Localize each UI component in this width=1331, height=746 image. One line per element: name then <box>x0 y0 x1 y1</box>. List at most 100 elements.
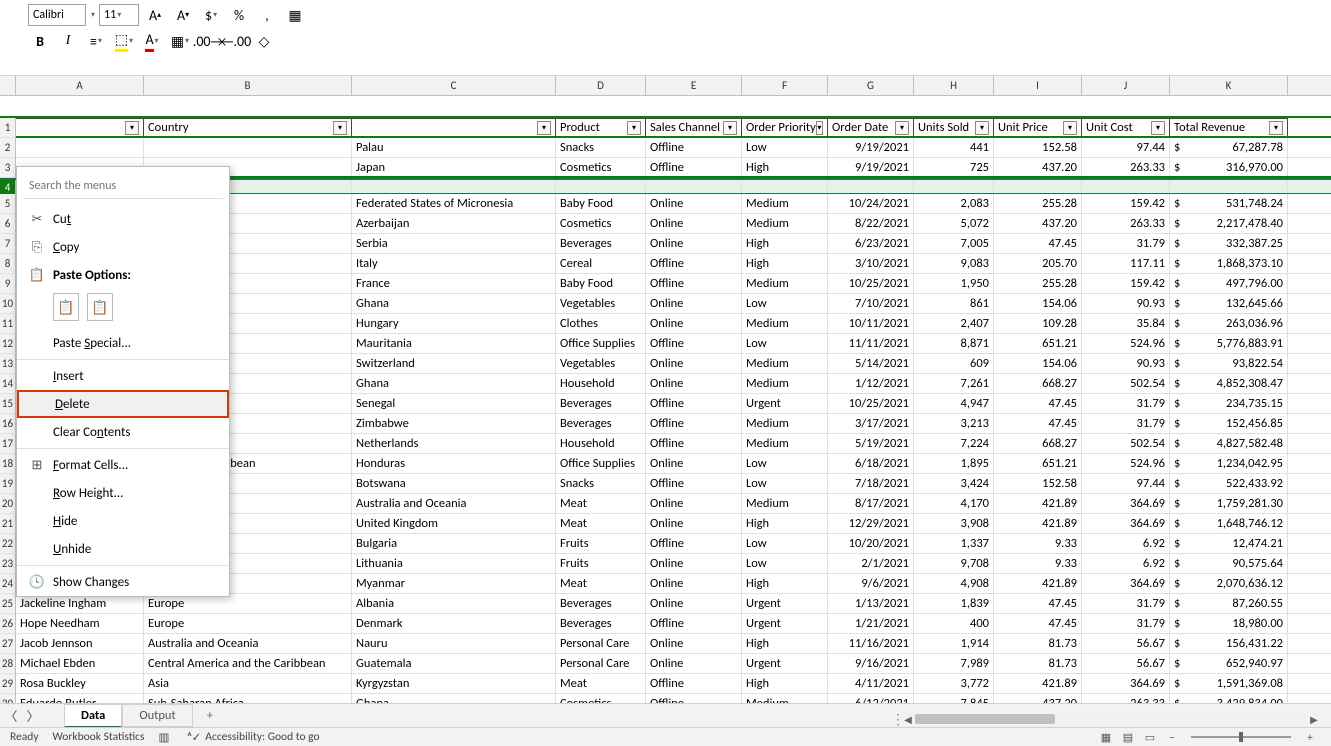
hdr-g[interactable]: Order Date▾ <box>828 118 914 136</box>
row-hdr-5[interactable]: 5 <box>0 194 16 214</box>
workbook-stats[interactable]: Workbook Statistics <box>53 730 145 744</box>
row-hdr-1[interactable]: 1 <box>0 118 16 138</box>
filter-icon[interactable]: ▾ <box>537 121 551 135</box>
col-header-h[interactable]: H <box>914 76 994 95</box>
col-header-g[interactable]: G <box>828 76 914 95</box>
increase-font-icon[interactable]: A▴ <box>143 4 167 26</box>
borders-icon[interactable]: ▦▾ <box>168 30 192 52</box>
ctx-cut[interactable]: ✂Cut <box>17 205 229 233</box>
row-hdr-23[interactable]: 23 <box>0 554 16 574</box>
hdr-h[interactable]: Units Sold▾ <box>914 118 994 136</box>
row-hdr-8[interactable]: 8 <box>0 254 16 274</box>
row-hdr-24[interactable]: 24 <box>0 574 16 594</box>
row-hdr-13[interactable]: 13 <box>0 354 16 374</box>
col-header-b[interactable]: B <box>144 76 352 95</box>
col-header-f[interactable]: F <box>742 76 828 95</box>
row-hdr-7[interactable]: 7 <box>0 234 16 254</box>
accessibility-icon[interactable]: ᴬ✓ <box>187 730 201 745</box>
row-hdr-6[interactable]: 6 <box>0 214 16 234</box>
font-size-select[interactable]: 11▾ <box>99 4 139 26</box>
col-header-c[interactable]: C <box>352 76 556 95</box>
col-header-a[interactable]: A <box>16 76 144 95</box>
fill-color-icon[interactable]: ⬚▾ <box>112 30 136 52</box>
paste-default-icon[interactable]: 📋 <box>53 293 79 321</box>
row-hdr-20[interactable]: 20 <box>0 494 16 514</box>
align-icon[interactable]: ≡▾ <box>84 30 108 52</box>
context-search-input[interactable] <box>23 173 223 199</box>
col-header-e[interactable]: E <box>646 76 742 95</box>
col-header-i[interactable]: I <box>994 76 1082 95</box>
hdr-k[interactable]: Total Revenue▾ <box>1170 118 1288 136</box>
row-hdr-16[interactable]: 16 <box>0 414 16 434</box>
row-hdr-17[interactable]: 17 <box>0 434 16 454</box>
col-header-k[interactable]: K <box>1170 76 1288 95</box>
hdr-j[interactable]: Unit Cost▾ <box>1082 118 1170 136</box>
filter-icon[interactable]: ▾ <box>125 121 139 135</box>
ctx-row-height[interactable]: Row Height... <box>17 479 229 507</box>
page-layout-icon[interactable]: ▤ <box>1118 729 1138 745</box>
currency-icon[interactable]: $▾ <box>199 4 223 26</box>
tab-output[interactable]: Output <box>122 704 192 727</box>
normal-view-icon[interactable]: ▦ <box>1096 729 1116 745</box>
scroll-left-icon[interactable]: ◀ <box>901 712 915 726</box>
tab-next-icon[interactable]: 〉 <box>22 706 44 725</box>
bold-button[interactable]: B <box>28 30 52 52</box>
hdr-c[interactable]: ▾ <box>352 118 556 136</box>
tab-prev-icon[interactable]: 〈 <box>0 706 22 725</box>
scroll-thumb[interactable] <box>915 714 1055 724</box>
paste-values-icon[interactable]: 📋 <box>87 293 113 321</box>
filter-icon[interactable]: ▾ <box>1269 121 1283 135</box>
filter-icon[interactable]: ▾ <box>627 121 641 135</box>
ctx-hide[interactable]: Hide <box>17 507 229 535</box>
row-hdr-25[interactable]: 25 <box>0 594 16 614</box>
hdr-e[interactable]: Sales Channel▾ <box>646 118 742 136</box>
filter-icon[interactable]: ▾ <box>975 121 989 135</box>
percent-icon[interactable]: % <box>227 4 251 26</box>
zoom-in-button[interactable]: + <box>1300 729 1320 745</box>
zoom-out-button[interactable]: − <box>1162 729 1182 745</box>
font-name-select[interactable] <box>28 4 86 26</box>
ctx-copy[interactable]: ⎘Copy <box>17 233 229 261</box>
row-hdr-19[interactable]: 19 <box>0 474 16 494</box>
ctx-clear-contents[interactable]: Clear Contents <box>17 418 229 446</box>
scroll-right-icon[interactable]: ▶ <box>1307 712 1321 726</box>
decrease-decimal-icon[interactable]: ←.00 <box>224 30 248 52</box>
filter-icon[interactable]: ▾ <box>723 121 737 135</box>
clear-format-icon[interactable]: ◇ <box>252 30 276 52</box>
row-hdr-2[interactable]: 2 <box>0 138 16 158</box>
ctx-insert[interactable]: Insert <box>17 362 229 390</box>
hdr-d[interactable]: Product▾ <box>556 118 646 136</box>
ctx-show-changes[interactable]: 🕓Show Changes <box>17 568 229 596</box>
decrease-font-icon[interactable]: A▾ <box>171 4 195 26</box>
row-hdr-28[interactable]: 28 <box>0 654 16 674</box>
filter-icon[interactable]: ▾ <box>816 121 823 135</box>
row-hdr-15[interactable]: 15 <box>0 394 16 414</box>
row-hdr-9[interactable]: 9 <box>0 274 16 294</box>
col-header-j[interactable]: J <box>1082 76 1170 95</box>
row-hdr-3[interactable]: 3 <box>0 158 16 178</box>
row-hdr-14[interactable]: 14 <box>0 374 16 394</box>
zoom-slider[interactable] <box>1191 736 1291 738</box>
row-hdr-26[interactable]: 26 <box>0 614 16 634</box>
filter-icon[interactable]: ▾ <box>333 121 347 135</box>
col-header-d[interactable]: D <box>556 76 646 95</box>
hdr-i[interactable]: Unit Price▾ <box>994 118 1082 136</box>
row-hdr-12[interactable]: 12 <box>0 334 16 354</box>
tab-data[interactable]: Data <box>64 704 122 728</box>
horizontal-scrollbar[interactable]: ⋮ ◀ ▶ <box>891 711 1321 727</box>
hdr-b[interactable]: Country▾ <box>144 118 352 136</box>
ctx-paste-special[interactable]: Paste Special... <box>17 329 229 357</box>
filter-icon[interactable]: ▾ <box>895 121 909 135</box>
corner-cell[interactable] <box>0 76 16 95</box>
font-name-chevron-icon[interactable]: ▾ <box>91 10 95 20</box>
cell-style-icon[interactable]: ▦ <box>283 4 307 26</box>
select-all-corner[interactable] <box>8 5 24 25</box>
comma-icon[interactable]: , <box>255 4 279 26</box>
row-hdr-27[interactable]: 27 <box>0 634 16 654</box>
increase-decimal-icon[interactable]: .00→ <box>196 30 220 52</box>
ctx-delete[interactable]: Delete <box>17 390 229 418</box>
ctx-format-cells[interactable]: ⊞Format Cells... <box>17 451 229 479</box>
row-hdr-11[interactable]: 11 <box>0 314 16 334</box>
page-break-icon[interactable]: ▭ <box>1140 729 1160 745</box>
filter-icon[interactable]: ▾ <box>1063 121 1077 135</box>
